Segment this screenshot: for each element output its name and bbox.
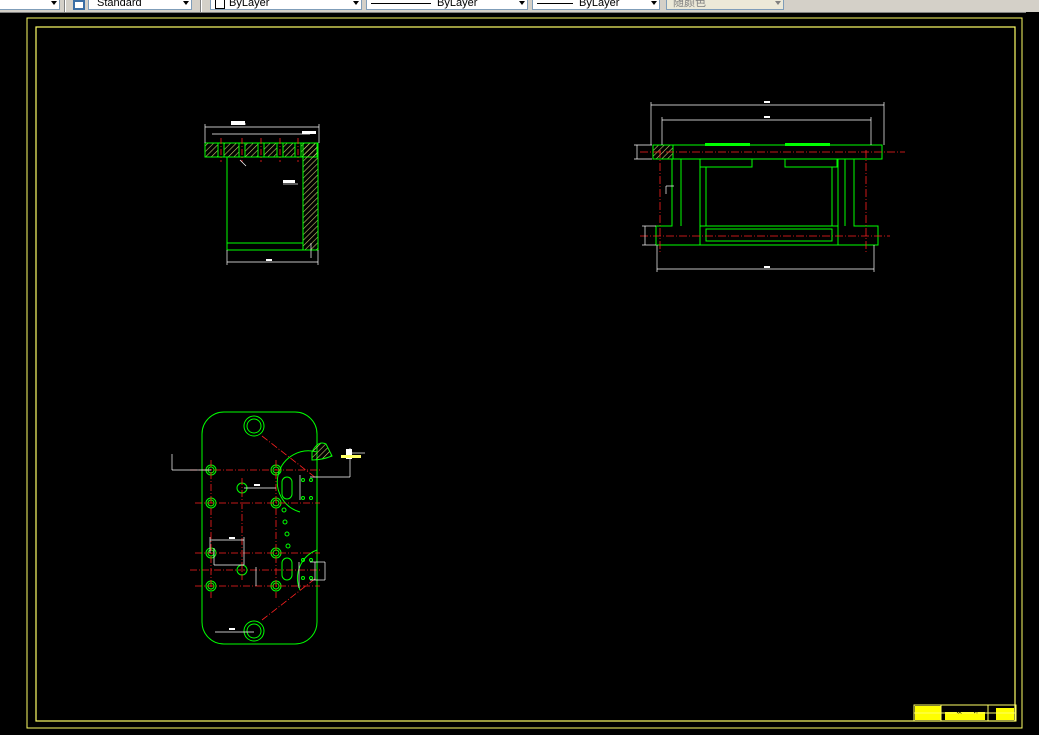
chevron-down-icon[interactable] <box>353 1 359 5</box>
chevron-down-icon[interactable] <box>51 1 57 5</box>
title-block-cell: 设 <box>956 707 962 715</box>
chevron-down-icon[interactable] <box>651 1 657 5</box>
plan-view <box>171 411 365 645</box>
properties-toolbar: Standard ByLayer ByLayer ByLayer 随颜色 <box>0 0 1039 13</box>
vertical-scrollbar[interactable] <box>1026 12 1039 730</box>
front-view <box>634 101 905 272</box>
lineweight-preview-icon <box>537 3 573 4</box>
text-style-value: Standard <box>97 0 142 9</box>
prev-combo[interactable] <box>0 0 60 10</box>
linetype-value: ByLayer <box>437 0 478 9</box>
plotstyle-combo[interactable]: 随颜色 <box>666 0 784 10</box>
chevron-down-icon[interactable] <box>775 1 781 5</box>
linetype-preview-icon <box>371 3 431 4</box>
title-block: 设 计 <box>913 704 1017 722</box>
toolbar-separator <box>200 0 202 12</box>
lineweight-value: ByLayer <box>579 0 620 9</box>
lineweight-combo[interactable]: ByLayer <box>532 0 660 10</box>
drawing-area[interactable]: 设 计 <box>0 13 1039 730</box>
toolbar-separator <box>64 0 66 12</box>
plotstyle-value: 随颜色 <box>673 0 706 9</box>
color-swatch-icon <box>215 0 225 9</box>
section-view <box>204 121 320 265</box>
chevron-down-icon[interactable] <box>519 1 525 5</box>
color-combo[interactable]: ByLayer <box>210 0 362 10</box>
title-block-cell: 计 <box>973 707 979 715</box>
text-style-icon[interactable] <box>73 0 85 10</box>
text-style-combo[interactable]: Standard <box>88 0 192 10</box>
color-value: ByLayer <box>229 0 270 9</box>
chevron-down-icon[interactable] <box>183 1 189 5</box>
linetype-combo[interactable]: ByLayer <box>366 0 528 10</box>
drawing-frame <box>26 17 1023 729</box>
